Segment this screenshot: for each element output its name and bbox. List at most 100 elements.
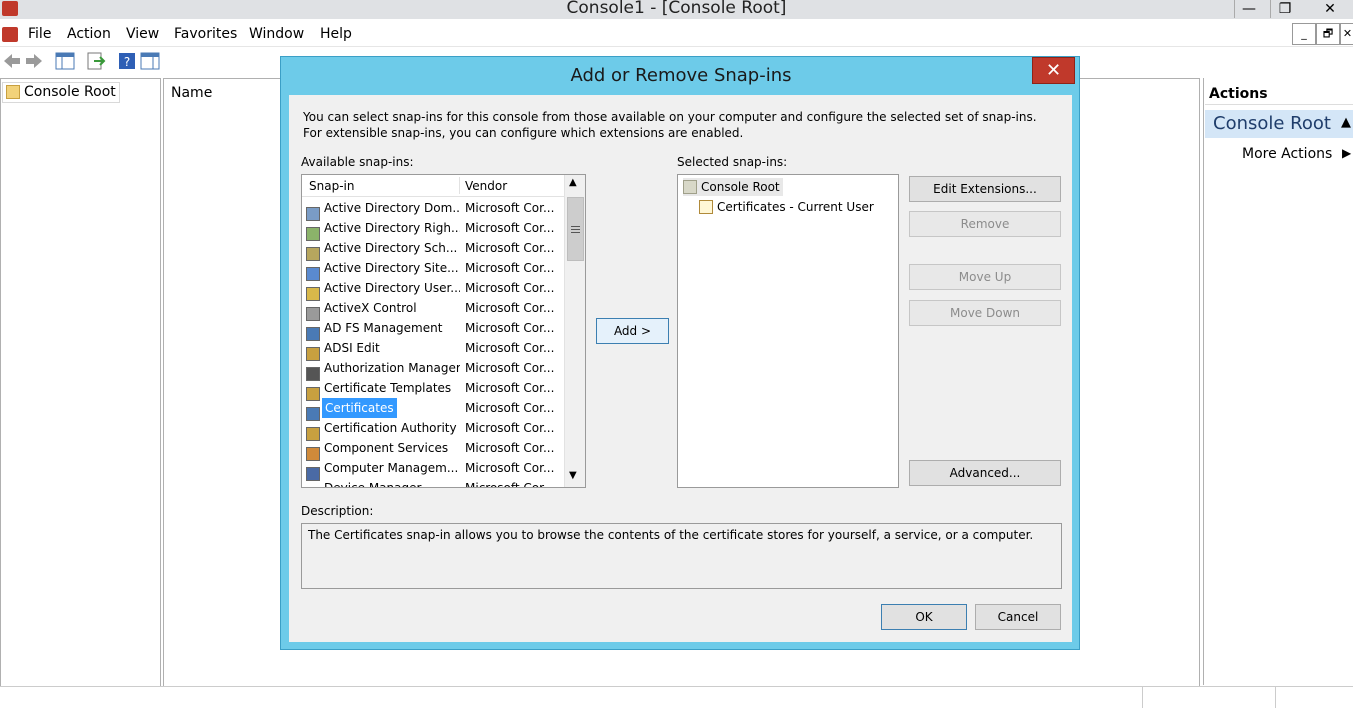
available-snapin-row[interactable]: Certificate Templates Microsoft Cor... <box>306 378 558 401</box>
actions-header: Actions <box>1205 80 1353 105</box>
selected-snapins-label: Selected snap-ins: <box>677 155 788 169</box>
scroll-down-arrow-icon[interactable]: ▼ <box>569 470 577 481</box>
description-label: Description: <box>301 504 374 518</box>
snapin-name: Active Directory User... <box>324 281 460 295</box>
svg-text:?: ? <box>124 55 130 69</box>
advanced-button[interactable]: Advanced... <box>909 460 1061 486</box>
snapin-name: Device Manager <box>324 481 422 488</box>
move-up-button[interactable]: Move Up <box>909 264 1061 290</box>
available-snapin-row[interactable]: Component Services Microsoft Cor... <box>306 438 558 461</box>
show-action-pane-icon[interactable] <box>140 52 160 70</box>
snapin-name: Certificate Templates <box>324 381 452 395</box>
available-snapin-row[interactable]: ADSI Edit Microsoft Cor... <box>306 338 558 361</box>
add-remove-snapins-dialog: Add or Remove Snap-ins ✕ You can select … <box>280 56 1080 650</box>
forward-arrow-icon[interactable] <box>24 52 44 70</box>
snapin-name: Certificates <box>322 398 397 418</box>
mdi-close-button[interactable]: ✕ <box>1340 23 1353 45</box>
selected-item-certificates[interactable]: Certificates - Current User <box>699 198 874 216</box>
available-snapin-row[interactable]: ActiveX Control Microsoft Cor... <box>306 298 558 321</box>
snapin-vendor: Microsoft Cor... <box>465 281 555 295</box>
available-snapin-row[interactable]: Active Directory Site... Microsoft Cor... <box>306 258 558 281</box>
move-down-button[interactable]: Move Down <box>909 300 1061 326</box>
folder-icon <box>683 180 697 194</box>
available-snapins-list[interactable]: Snap-in Vendor Active Directory Dom... Mi… <box>301 174 586 488</box>
cancel-button[interactable]: Cancel <box>975 604 1061 630</box>
dialog-title: Add or Remove Snap-ins <box>570 65 792 86</box>
show-hide-tree-icon[interactable] <box>55 52 75 70</box>
menu-action[interactable]: Action <box>67 26 111 42</box>
tree-item-label: Console Root <box>24 84 116 100</box>
available-snapin-row[interactable]: Authorization Manager Microsoft Cor... <box>306 358 558 381</box>
actions-section-console-root[interactable]: Console Root ▲ <box>1205 110 1353 138</box>
console-icon <box>2 27 18 42</box>
available-snapin-row[interactable]: AD FS Management Microsoft Cor... <box>306 318 558 341</box>
column-header-vendor[interactable]: Vendor <box>465 179 507 193</box>
selected-item-console-root[interactable]: Console Root <box>683 178 783 196</box>
available-snapin-row[interactable]: Active Directory Dom... Microsoft Cor... <box>306 198 558 221</box>
column-header-name[interactable]: Name <box>171 85 212 101</box>
edit-extensions-button[interactable]: Edit Extensions... <box>909 176 1061 202</box>
window-title: Console1 - [Console Root] <box>566 0 787 18</box>
snapin-vendor: Microsoft Cor... <box>465 341 555 355</box>
dialog-close-button[interactable]: ✕ <box>1032 57 1075 84</box>
available-snapins-label: Available snap-ins: <box>301 155 414 169</box>
available-snapin-row[interactable]: Certificates Microsoft Cor... <box>306 398 558 421</box>
snapin-name: AD FS Management <box>324 321 443 335</box>
scroll-thumb[interactable] <box>567 197 584 261</box>
ok-button[interactable]: OK <box>881 604 967 630</box>
snapin-vendor: Microsoft Cor... <box>465 321 555 335</box>
close-window-button[interactable]: ✕ <box>1316 0 1344 18</box>
scroll-up-arrow-icon[interactable]: ▲ <box>569 177 577 188</box>
snapin-name: ActiveX Control <box>324 301 417 315</box>
mdi-restore-button[interactable]: 🗗 <box>1316 23 1340 45</box>
snapin-name: Certification Authority <box>324 421 457 435</box>
snapin-name: Component Services <box>324 441 449 455</box>
snapin-vendor: Microsoft Cor... <box>465 441 555 455</box>
list-header: Snap-in Vendor <box>302 175 564 197</box>
snapin-vendor: Microsoft Cor... <box>465 381 555 395</box>
menu-file[interactable]: File <box>28 26 51 42</box>
available-snapin-row[interactable]: Certification Authority Microsoft Cor... <box>306 418 558 441</box>
remove-button[interactable]: Remove <box>909 211 1061 237</box>
folder-icon <box>6 85 20 99</box>
menu-help[interactable]: Help <box>320 26 352 42</box>
snapin-vendor: Microsoft Cor... <box>465 421 555 435</box>
snapin-vendor: Microsoft Cor... <box>465 361 555 375</box>
available-snapin-row[interactable]: Device Manager Microsoft Cor... <box>306 478 558 488</box>
minimize-button[interactable]: — <box>1234 0 1263 18</box>
add-button[interactable]: Add > <box>596 318 669 344</box>
dialog-intro-text: You can select snap-ins for this console… <box>303 110 1037 140</box>
selected-snapins-list[interactable]: Console Root Certificates - Current User <box>677 174 899 488</box>
available-snapin-row[interactable]: Active Directory User... Microsoft Cor... <box>306 278 558 301</box>
title-bar: Console1 - [Console Root] <box>0 0 1353 19</box>
snapin-vendor: Microsoft Cor... <box>465 221 555 235</box>
snapin-name: Active Directory Site... <box>324 261 459 275</box>
available-snapin-row[interactable]: Active Directory Sch... Microsoft Cor... <box>306 238 558 261</box>
selected-root-label: Console Root <box>701 180 780 194</box>
available-snapin-row[interactable]: Computer Managem... Microsoft Cor... <box>306 458 558 481</box>
mdi-minimize-button[interactable]: _ <box>1292 23 1316 45</box>
available-snapin-row[interactable]: Active Directory Righ... Microsoft Cor... <box>306 218 558 241</box>
menu-favorites[interactable]: Favorites <box>174 26 237 42</box>
snapin-vendor: Microsoft Cor... <box>465 261 555 275</box>
snapin-vendor: Microsoft Cor... <box>465 301 555 315</box>
restore-button[interactable]: ❐ <box>1270 0 1299 18</box>
submenu-arrow-icon: ▶ <box>1342 146 1352 160</box>
console-tree-pane <box>0 78 161 687</box>
snapin-name: Authorization Manager <box>324 361 460 375</box>
tree-item-console-root[interactable]: Console Root <box>2 82 120 103</box>
app-icon <box>2 1 18 16</box>
column-header-snapin[interactable]: Snap-in <box>309 179 354 193</box>
back-arrow-icon[interactable] <box>2 52 22 70</box>
actions-pane <box>1203 78 1353 685</box>
collapse-arrow-icon[interactable]: ▲ <box>1341 115 1351 130</box>
snapin-name: ADSI Edit <box>324 341 380 355</box>
export-list-icon[interactable] <box>86 52 106 70</box>
snapin-vendor: Microsoft Cor... <box>465 481 555 488</box>
available-list-scrollbar[interactable]: ▲ ▼ <box>564 175 585 487</box>
snapin-name: Active Directory Dom... <box>324 201 460 215</box>
menu-view[interactable]: View <box>126 26 159 42</box>
menu-window[interactable]: Window <box>249 26 304 42</box>
more-actions-link[interactable]: More Actions <box>1242 146 1332 162</box>
help-icon[interactable]: ? <box>118 52 138 70</box>
